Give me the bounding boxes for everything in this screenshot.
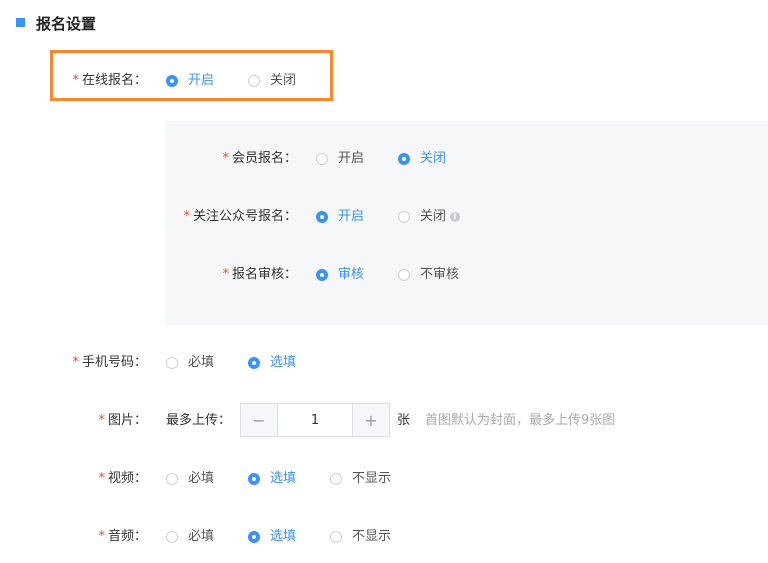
required-star: * bbox=[98, 413, 105, 428]
radio-label: 选填 bbox=[270, 355, 297, 370]
member-signup-label: * 会员报名： bbox=[222, 149, 297, 169]
radio-dot bbox=[316, 153, 328, 165]
section-title: 报名设置 bbox=[36, 15, 97, 33]
member-signup-off-radio[interactable]: 关闭 bbox=[398, 149, 446, 169]
audio-label: * 音频： bbox=[98, 527, 147, 547]
radio-label: 开启 bbox=[338, 209, 365, 224]
increment-button[interactable]: + bbox=[352, 404, 389, 436]
radio-label: 关闭 bbox=[420, 151, 447, 166]
follow-official-label: * 关注公众号报名： bbox=[183, 207, 297, 227]
online-signup-on-radio[interactable]: 开启 bbox=[166, 71, 214, 91]
online-signup-off-radio[interactable]: 关闭 bbox=[248, 71, 296, 91]
radio-label: 必填 bbox=[188, 471, 215, 486]
review-label-text: 报名审核： bbox=[231, 267, 297, 282]
radio-dot bbox=[330, 531, 342, 543]
radio-label: 不审核 bbox=[420, 267, 460, 282]
radio-dot bbox=[166, 357, 178, 369]
radio-label: 必填 bbox=[188, 529, 215, 544]
radio-dot bbox=[316, 269, 328, 281]
required-star: * bbox=[98, 529, 105, 544]
radio-label: 关闭 bbox=[420, 209, 447, 224]
decrement-button[interactable]: − bbox=[241, 404, 278, 436]
member-signup-label-text: 会员报名： bbox=[231, 151, 297, 166]
phone-optional-radio[interactable]: 选填 bbox=[248, 353, 296, 373]
required-star: * bbox=[222, 151, 229, 166]
required-star: * bbox=[222, 267, 229, 282]
radio-label: 必填 bbox=[188, 355, 215, 370]
review-label: * 报名审核： bbox=[222, 265, 297, 285]
image-label-text: 图片： bbox=[107, 413, 147, 428]
review-off-radio[interactable]: 不审核 bbox=[398, 265, 459, 285]
follow-official-off-radio[interactable]: 关闭 i bbox=[398, 207, 461, 227]
video-label: * 视频： bbox=[98, 469, 147, 489]
image-hint: 首图默认为封面，最多上传9张图 bbox=[425, 413, 616, 428]
stepper-value[interactable]: 1 bbox=[278, 404, 352, 436]
video-required-radio[interactable]: 必填 bbox=[166, 469, 214, 489]
radio-dot bbox=[316, 211, 328, 223]
image-label: * 图片： bbox=[98, 411, 147, 431]
online-signup-label: * 在线报名： bbox=[72, 71, 147, 91]
required-star: * bbox=[98, 471, 105, 486]
required-star: * bbox=[72, 355, 79, 370]
radio-label: 选填 bbox=[270, 529, 297, 544]
radio-label: 选填 bbox=[270, 471, 297, 486]
phone-label-text: 手机号码： bbox=[81, 355, 147, 370]
radio-dot bbox=[398, 269, 410, 281]
online-signup-label-text: 在线报名： bbox=[81, 73, 147, 88]
unit-label: 张 bbox=[397, 413, 411, 428]
radio-label: 不显示 bbox=[352, 529, 392, 544]
info-icon[interactable]: i bbox=[450, 212, 461, 222]
section-marker bbox=[16, 18, 25, 27]
video-label-text: 视频： bbox=[107, 471, 147, 486]
audio-label-text: 音频： bbox=[107, 529, 147, 544]
radio-label: 不显示 bbox=[352, 471, 392, 486]
follow-official-label-text: 关注公众号报名： bbox=[192, 209, 297, 224]
radio-dot bbox=[166, 531, 178, 543]
audio-required-radio[interactable]: 必填 bbox=[166, 527, 214, 547]
required-star: * bbox=[183, 209, 190, 224]
video-optional-radio[interactable]: 选填 bbox=[248, 469, 296, 489]
video-hidden-radio[interactable]: 不显示 bbox=[330, 469, 391, 489]
follow-official-on-radio[interactable]: 开启 bbox=[316, 207, 364, 227]
radio-dot bbox=[330, 473, 342, 485]
radio-dot bbox=[248, 473, 260, 485]
phone-required-radio[interactable]: 必填 bbox=[166, 353, 214, 373]
radio-label: 开启 bbox=[338, 151, 365, 166]
required-star: * bbox=[72, 73, 79, 88]
radio-dot bbox=[248, 75, 260, 87]
radio-dot bbox=[398, 153, 410, 165]
radio-label: 开启 bbox=[188, 73, 215, 88]
radio-dot bbox=[398, 211, 410, 223]
member-signup-on-radio[interactable]: 开启 bbox=[316, 149, 364, 169]
radio-dot bbox=[248, 357, 260, 369]
phone-label: * 手机号码： bbox=[72, 353, 147, 373]
radio-label: 审核 bbox=[338, 267, 365, 282]
max-upload-label: 最多上传： bbox=[166, 413, 232, 428]
radio-label: 关闭 bbox=[270, 73, 297, 88]
radio-dot bbox=[166, 75, 178, 87]
audio-optional-radio[interactable]: 选填 bbox=[248, 527, 296, 547]
review-on-radio[interactable]: 审核 bbox=[316, 265, 364, 285]
radio-dot bbox=[166, 473, 178, 485]
radio-dot bbox=[248, 531, 260, 543]
audio-hidden-radio[interactable]: 不显示 bbox=[330, 527, 391, 547]
image-count-stepper: − 1 + bbox=[240, 403, 390, 437]
